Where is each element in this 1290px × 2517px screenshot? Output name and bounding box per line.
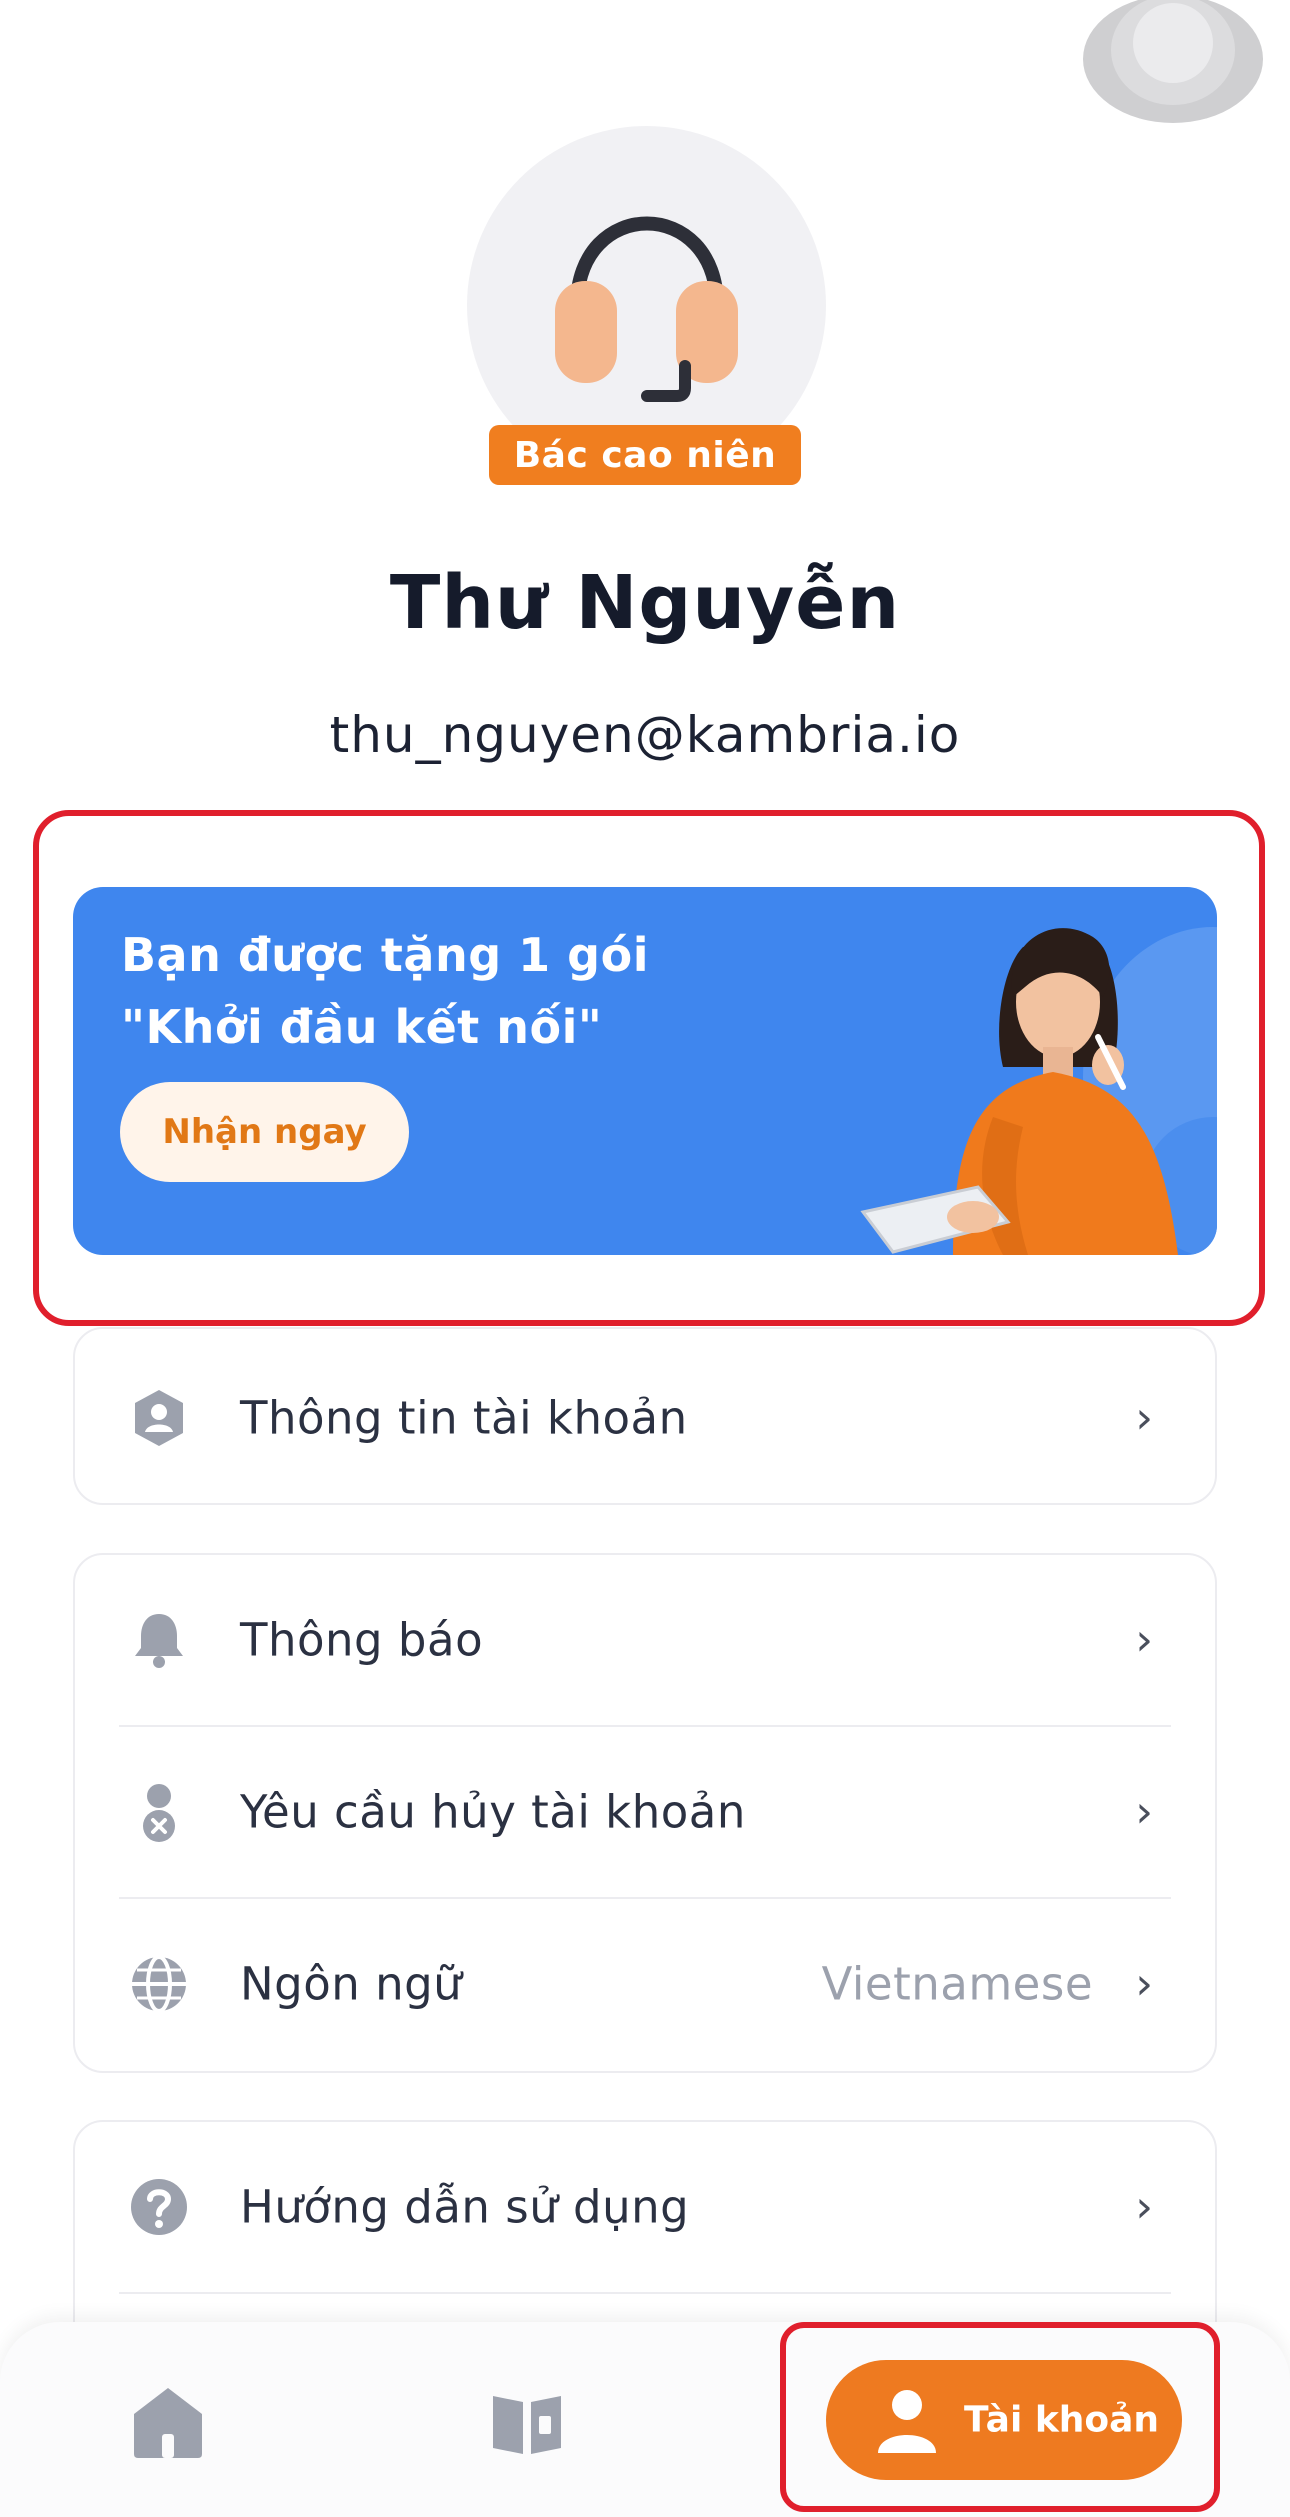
highlight-outline-account-tab	[780, 2322, 1220, 2512]
globe-icon	[132, 1955, 186, 2013]
chevron-right-icon: ›	[1135, 2181, 1153, 2233]
menu-item-notifications[interactable]: Thông báo ›	[75, 1555, 1215, 1725]
user-email: thu_nguyen@kambria.io	[329, 706, 961, 764]
menu-item-label: Ngôn ngữ	[240, 1957, 463, 2011]
menu-item-guide[interactable]: Hướng dẫn sử dụng ›	[75, 2122, 1215, 2292]
menu-item-label: Hướng dẫn sử dụng	[240, 2180, 690, 2234]
assistive-touch-button[interactable]	[1083, 0, 1263, 125]
language-value: Vietnamese	[821, 1957, 1093, 2011]
chevron-right-icon: ›	[1135, 1958, 1153, 2010]
role-badge: Bác cao niên	[489, 425, 801, 485]
chevron-right-icon: ›	[1135, 1786, 1153, 1838]
menu-item-delete-account[interactable]: Yêu cầu hủy tài khoản ›	[75, 1727, 1215, 1897]
highlight-outline-banner	[33, 810, 1265, 1326]
menu-item-account-info[interactable]: Thông tin tài khoản ›	[75, 1333, 1215, 1503]
menu-item-label: Yêu cầu hủy tài khoản	[240, 1785, 746, 1839]
user-remove-icon	[143, 1784, 175, 1842]
menu-item-label: Thông tin tài khoản	[240, 1391, 688, 1445]
menu-item-label: Thông báo	[240, 1613, 484, 1667]
user-name: Thư Nguyễn	[389, 560, 901, 646]
bell-icon	[135, 1614, 183, 1668]
home-icon[interactable]	[128, 2382, 208, 2462]
user-shield-icon	[135, 1390, 183, 1446]
book-icon[interactable]	[487, 2382, 567, 2462]
account-page: Bác cao niên Thư Nguyễn thu_nguyen@kambr…	[0, 0, 1290, 2517]
chevron-right-icon: ›	[1135, 1392, 1153, 1444]
menu-item-language[interactable]: Ngôn ngữ Vietnamese ›	[75, 1899, 1215, 2069]
divider	[119, 2292, 1171, 2294]
question-icon	[131, 2179, 187, 2235]
account-info-card: Thông tin tài khoản ›	[73, 1327, 1217, 1505]
settings-card: Thông báo › Yêu cầu hủy tài khoản › Ngôn…	[73, 1553, 1217, 2073]
chevron-right-icon: ›	[1135, 1614, 1153, 1666]
